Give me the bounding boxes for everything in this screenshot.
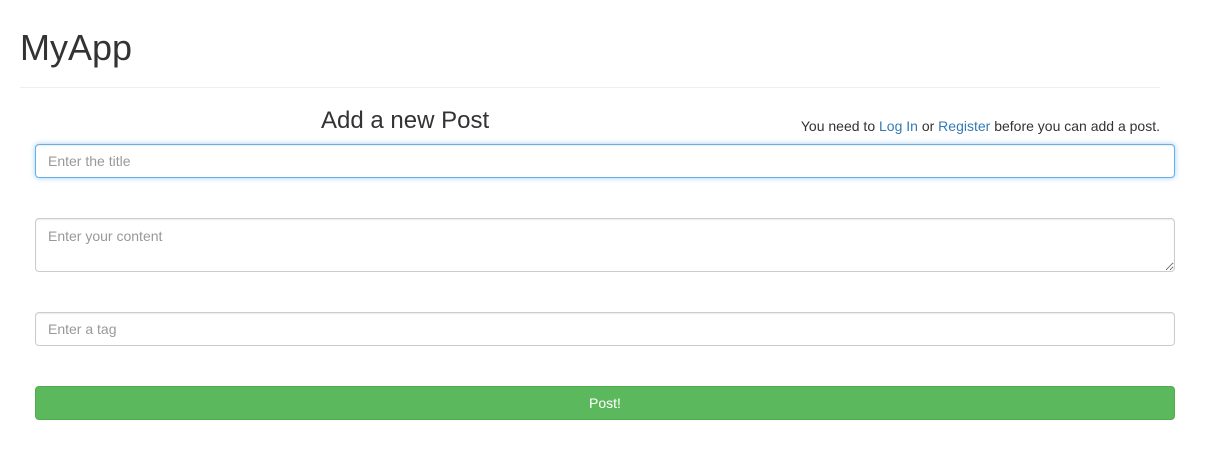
form-heading: Add a new Post [321,107,490,134]
login-notice-suffix: before you can add a post. [990,118,1160,134]
login-notice-prefix: You need to [800,118,879,134]
post-submit-button[interactable]: Post! [35,386,1175,420]
login-notice: You need to Log In or Register before yo… [801,117,1160,135]
tag-input[interactable] [35,312,1175,346]
title-input[interactable] [35,144,1175,178]
header-divider [20,87,1160,88]
register-link[interactable]: Register [938,118,990,134]
login-link[interactable]: Log In [879,118,918,134]
content-textarea[interactable] [35,218,1175,272]
login-notice-middle: or [917,118,939,134]
app-title: MyApp [20,27,133,68]
